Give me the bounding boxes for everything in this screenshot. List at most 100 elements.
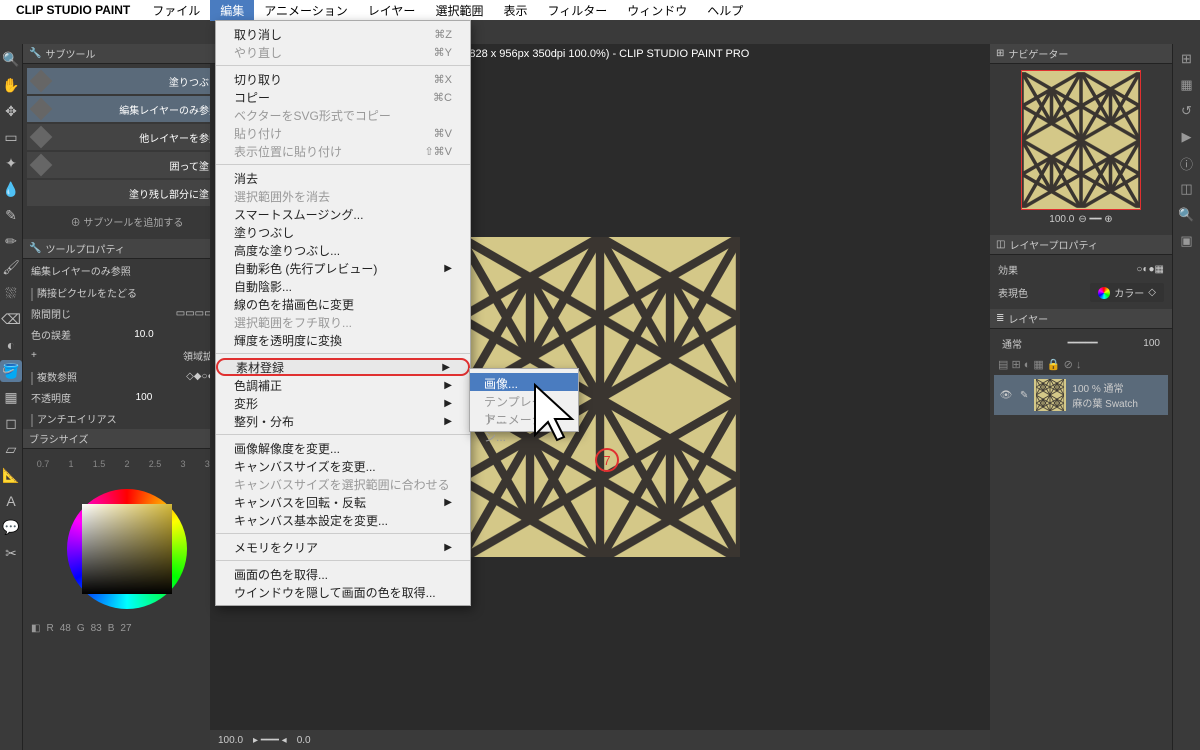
item-bank-icon[interactable]: ◫ bbox=[1178, 180, 1196, 198]
layer-blend-row[interactable]: 通常━━━━━100 bbox=[994, 333, 1168, 354]
wrench-icon: 🔧 bbox=[29, 243, 41, 254]
material-icon[interactable]: ▦ bbox=[1178, 76, 1196, 94]
mi-clear-mem[interactable]: メモリをクリア▶ bbox=[216, 538, 470, 556]
menu-edit[interactable]: 編集 bbox=[210, 0, 254, 21]
menu-help[interactable]: ヘルプ bbox=[697, 0, 753, 21]
compass-icon: ⊞ bbox=[996, 48, 1004, 59]
layer-toolbar[interactable]: ▤ ⊞ ◐ ▦ 🔒 ⊘ ↓ bbox=[994, 354, 1168, 375]
mi-auto-shadow[interactable]: 自動陰影... bbox=[216, 277, 470, 295]
subtool-enclose[interactable]: 囲って塗る bbox=[27, 152, 227, 178]
search-icon[interactable]: 🔍 bbox=[1178, 206, 1196, 224]
brush-dot[interactable]: 2 bbox=[117, 459, 137, 469]
tool-pen[interactable]: ✎ bbox=[0, 204, 22, 226]
menu-layer[interactable]: レイヤー bbox=[358, 0, 426, 21]
tool-ruler[interactable]: 📐 bbox=[0, 464, 22, 486]
mi-pick-screen[interactable]: 画面の色を取得... bbox=[216, 565, 470, 583]
brush-dot[interactable]: 1.5 bbox=[89, 459, 109, 469]
subtool-edit-layer-only[interactable]: 編集レイヤーのみ参照 bbox=[27, 96, 227, 122]
menu-animation[interactable]: アニメーション bbox=[254, 0, 358, 21]
pen-icon: ✎ bbox=[1020, 390, 1028, 401]
mi-register-material[interactable]: 素材登録▶ bbox=[216, 358, 470, 376]
quick-access-icon[interactable]: ⊞ bbox=[1178, 50, 1196, 68]
menu-filter[interactable]: フィルター bbox=[537, 0, 617, 21]
tool-gradient[interactable]: ▦ bbox=[0, 386, 22, 408]
navigator-zoom[interactable]: 100.0⊖ ━━ ⊕ bbox=[996, 210, 1166, 229]
history-icon[interactable]: ↺ bbox=[1178, 102, 1196, 120]
express-color[interactable]: カラー◇ bbox=[1090, 283, 1164, 302]
cube-icon: ◫ bbox=[996, 239, 1005, 250]
tool-brush[interactable]: 🖌 bbox=[0, 256, 22, 278]
tool-shape[interactable]: ◻ bbox=[0, 412, 22, 434]
tool-marquee[interactable]: ▭ bbox=[0, 126, 22, 148]
tool-pencil[interactable]: ✏ bbox=[0, 230, 22, 252]
tool-magnify[interactable]: 🔍 bbox=[0, 48, 22, 70]
mi-change-canvas[interactable]: キャンバスサイズを変更... bbox=[216, 457, 470, 475]
tool-blend[interactable]: ◐ bbox=[0, 334, 22, 356]
sub-view-icon[interactable]: ▣ bbox=[1178, 232, 1196, 250]
tool-frame[interactable]: ▱ bbox=[0, 438, 22, 460]
auto-action-icon[interactable]: ▶ bbox=[1178, 128, 1196, 146]
prop-adjacent[interactable]: 隣接ピクセルをたどる bbox=[23, 282, 231, 303]
prop-antialias[interactable]: アンチエイリアス bbox=[23, 408, 231, 429]
menu-view[interactable]: 表示 bbox=[493, 0, 537, 21]
tool-air[interactable]: ⛆ bbox=[0, 282, 22, 304]
tool-move[interactable]: ✥ bbox=[0, 100, 22, 122]
effect-icons[interactable]: ○◐●▦ bbox=[1136, 264, 1164, 275]
tool-hand[interactable]: ✋ bbox=[0, 74, 22, 96]
prop-color-margin[interactable]: 色の誤差10.0◐ bbox=[23, 324, 231, 345]
mi-align[interactable]: 整列・分布▶ bbox=[216, 412, 470, 430]
status-zoom[interactable]: 100.0 bbox=[218, 735, 243, 746]
mi-tonal[interactable]: 色調補正▶ bbox=[216, 376, 470, 394]
tool-eyedrop[interactable]: 💧 bbox=[0, 178, 22, 200]
mi-bright-opac[interactable]: 輝度を透明度に変換 bbox=[216, 331, 470, 349]
mi-fill[interactable]: 塗りつぶし bbox=[216, 223, 470, 241]
submenu-animation: アニメーション... bbox=[470, 409, 578, 427]
toolprop-header: 🔧 ツールプロパティ bbox=[23, 239, 231, 259]
mi-auto-color[interactable]: 自動彩色 (先行プレビュー)▶ bbox=[216, 259, 470, 277]
subtool-leftover[interactable]: 塗り残し部分に塗る bbox=[27, 180, 227, 206]
prop-area-scale[interactable]: +領域拡縮 bbox=[23, 345, 231, 366]
tool-text[interactable]: A bbox=[0, 490, 22, 512]
brush-dot[interactable]: 0.7 bbox=[33, 459, 53, 469]
subtool-add[interactable]: ⊕ サブツールを追加する bbox=[27, 208, 227, 235]
tool-correct[interactable]: ✂ bbox=[0, 542, 22, 564]
subtool-fill[interactable]: 塗りつぶし bbox=[27, 68, 227, 94]
mi-copy[interactable]: コピー⌘C bbox=[216, 88, 470, 106]
brush-dot[interactable]: 2.5 bbox=[145, 459, 165, 469]
mi-transform[interactable]: 変形▶ bbox=[216, 394, 470, 412]
mi-rotate-canvas[interactable]: キャンバスを回転・反転▶ bbox=[216, 493, 470, 511]
menu-selection[interactable]: 選択範囲 bbox=[425, 0, 493, 21]
navigator-panel: 100.0⊖ ━━ ⊕ bbox=[990, 64, 1172, 235]
brush-dot[interactable]: 3 bbox=[173, 459, 193, 469]
color-wheel[interactable] bbox=[67, 489, 187, 609]
mi-adv-fill[interactable]: 高度な塗りつぶし... bbox=[216, 241, 470, 259]
visibility-icon[interactable]: 👁 bbox=[998, 390, 1014, 401]
prop-gap-close[interactable]: 隙間閉じ▭▭▭▭▭ bbox=[23, 303, 231, 324]
navigator-thumb[interactable] bbox=[1021, 70, 1141, 210]
mi-smart-smooth[interactable]: スマートスムージング... bbox=[216, 205, 470, 223]
mi-line-to-draw[interactable]: 線の色を描画色に変更 bbox=[216, 295, 470, 313]
menu-file[interactable]: ファイル bbox=[142, 0, 210, 21]
submenu-image[interactable]: 画像... bbox=[470, 373, 578, 391]
menu-window[interactable]: ウィンドウ bbox=[617, 0, 697, 21]
prop-multi-ref[interactable]: 複数参照◇◆○●▢ bbox=[23, 366, 231, 387]
tool-eraser[interactable]: ⌫ bbox=[0, 308, 22, 330]
mi-change-res[interactable]: 画像解像度を変更... bbox=[216, 439, 470, 457]
mi-undo[interactable]: 取り消し⌘Z bbox=[216, 25, 470, 43]
tool-fill[interactable]: 🪣 bbox=[0, 360, 22, 382]
mi-cut[interactable]: 切り取り⌘X bbox=[216, 70, 470, 88]
status-angle[interactable]: 0.0 bbox=[297, 735, 311, 746]
mi-canvas-basic[interactable]: キャンバス基本設定を変更... bbox=[216, 511, 470, 529]
submenu-template: テンプレート... bbox=[470, 391, 578, 409]
subtool-other-layer[interactable]: 他レイヤーを参照 bbox=[27, 124, 227, 150]
mi-pick-hidden[interactable]: ウインドウを隠して画面の色を取得... bbox=[216, 583, 470, 601]
brush-dot[interactable]: 1 bbox=[61, 459, 81, 469]
layer-item[interactable]: 👁 ✎ 100 % 通常 麻の葉 Swatch bbox=[994, 375, 1168, 415]
layerprop-effect: 効果 bbox=[998, 262, 1018, 277]
tool-wand[interactable]: ✦ bbox=[0, 152, 22, 174]
tool-balloon[interactable]: 💬 bbox=[0, 516, 22, 538]
info-icon[interactable]: ⓘ bbox=[1178, 154, 1196, 172]
layerprop-express: 表現色 bbox=[998, 285, 1028, 300]
mi-clear[interactable]: 消去 bbox=[216, 169, 470, 187]
prop-opacity[interactable]: 不透明度100◐ bbox=[23, 387, 231, 408]
